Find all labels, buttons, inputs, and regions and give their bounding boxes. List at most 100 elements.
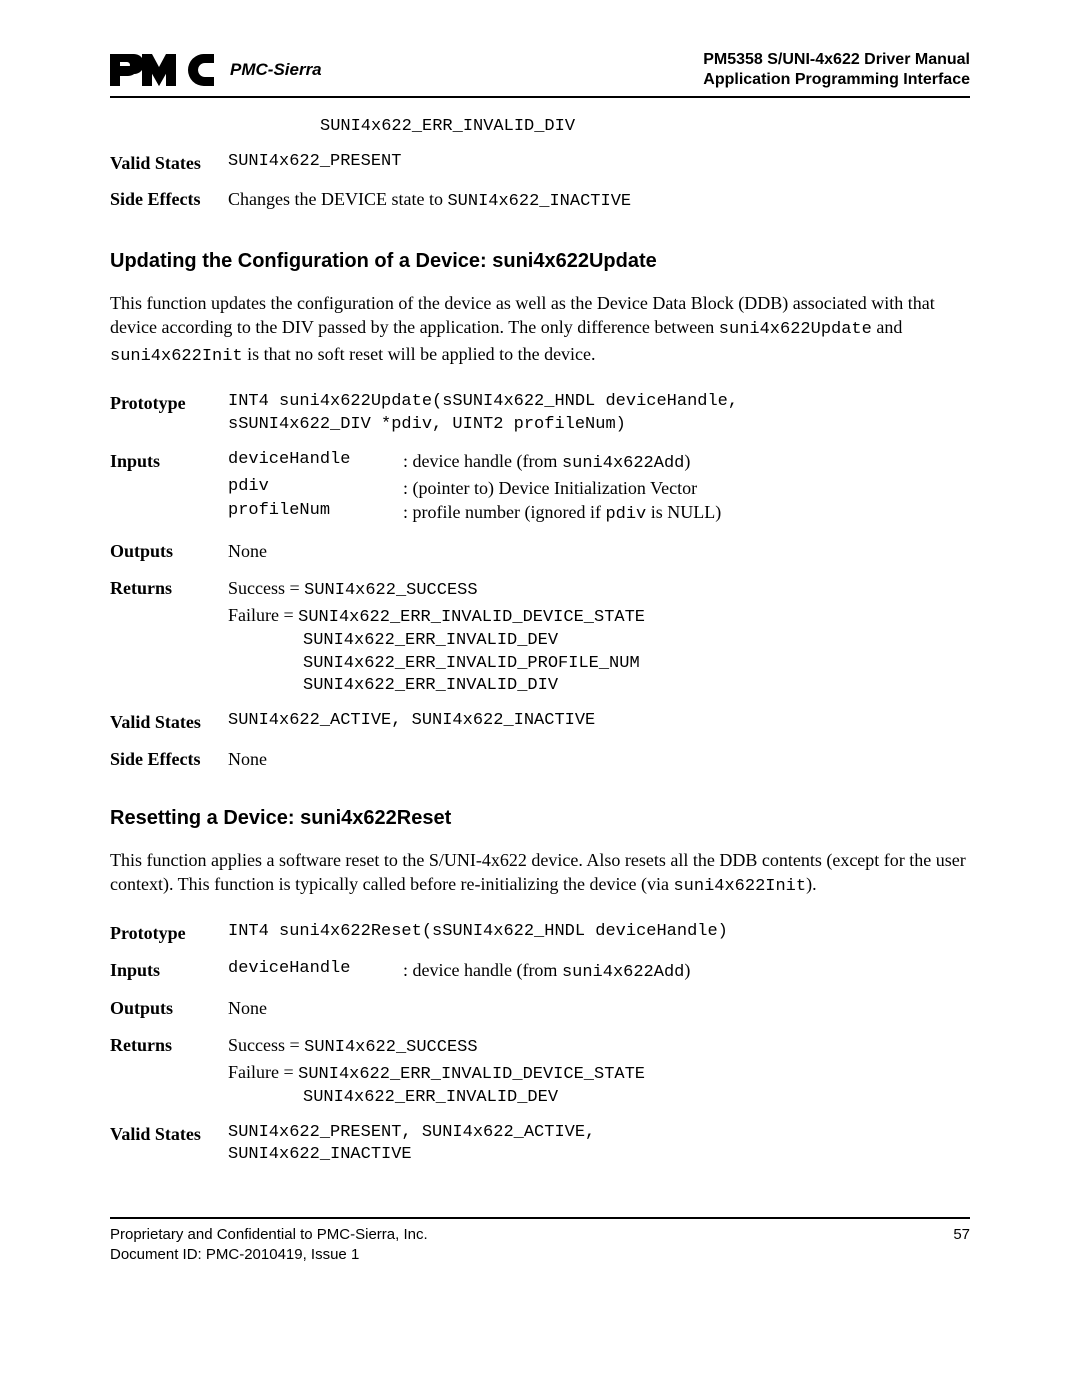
field-value: INT4 suni4x622Reset(sSUNI4x622_HNDL devi… — [228, 921, 970, 945]
top-valid-states: Valid States SUNI4x622_PRESENT — [110, 151, 970, 175]
text: is that no soft reset will be applied to… — [243, 344, 596, 364]
return-line: Success = SUNI4x622_SUCCESS — [228, 1033, 970, 1060]
reset-prototype: Prototype INT4 suni4x622Reset(sSUNI4x622… — [110, 921, 970, 945]
field-value: deviceHandle : device handle (from suni4… — [228, 449, 970, 527]
field-label: Returns — [110, 1033, 228, 1110]
code: SUNI4x622_ERR_INVALID_DEVICE_STATE — [298, 608, 645, 627]
field-value: Success = SUNI4x622_SUCCESS Failure = SU… — [228, 576, 970, 699]
update-valid-states: Valid States SUNI4x622_ACTIVE, SUNI4x622… — [110, 710, 970, 734]
text: Success = — [228, 578, 304, 598]
field-value: None — [228, 747, 970, 771]
proto-line: INT4 suni4x622Update(sSUNI4x622_HNDL dev… — [228, 391, 970, 414]
update-returns: Returns Success = SUNI4x622_SUCCESS Fail… — [110, 576, 970, 699]
field-value: SUNI4x622_PRESENT — [228, 151, 970, 175]
field-label: Prototype — [110, 391, 228, 437]
return-line: Failure = SUNI4x622_ERR_INVALID_DEVICE_S… — [228, 603, 970, 630]
code: suni4x622Add — [562, 963, 684, 982]
text: : device handle (from — [403, 451, 562, 471]
field-label: Prototype — [110, 921, 228, 945]
reset-outputs: Outputs None — [110, 996, 970, 1020]
return-line: SUNI4x622_ERR_INVALID_DEV — [303, 630, 970, 653]
section-heading-update: Updating the Configuration of a Device: … — [110, 248, 970, 275]
param-desc: : profile number (ignored if pdiv is NUL… — [403, 500, 970, 527]
field-label: Valid States — [110, 151, 228, 175]
input-row: deviceHandle : device handle (from suni4… — [228, 449, 970, 476]
field-label: Valid States — [110, 1122, 228, 1168]
footer-line1: Proprietary and Confidential to PMC-Sier… — [110, 1225, 428, 1245]
text: is NULL) — [646, 502, 721, 522]
code: suni4x622Init — [110, 347, 243, 366]
update-side-effects: Side Effects None — [110, 747, 970, 771]
update-outputs: Outputs None — [110, 539, 970, 563]
code: suni4x622Add — [562, 454, 684, 473]
return-line: SUNI4x622_ERR_INVALID_DIV — [303, 675, 970, 698]
reset-description: This function applies a software reset t… — [110, 848, 970, 899]
field-value: INT4 suni4x622Update(sSUNI4x622_HNDL dev… — [228, 391, 970, 437]
footer-left: Proprietary and Confidential to PMC-Sier… — [110, 1225, 428, 1264]
param-name: profileNum — [228, 500, 403, 527]
vs-line: SUNI4x622_PRESENT, SUNI4x622_ACTIVE, — [228, 1122, 970, 1145]
field-label: Inputs — [110, 958, 228, 985]
header-right: PM5358 S/UNI-4x622 Driver Manual Applica… — [703, 50, 970, 90]
field-value: deviceHandle : device handle (from suni4… — [228, 958, 970, 985]
text: and — [872, 317, 903, 337]
field-value: SUNI4x622_ACTIVE, SUNI4x622_INACTIVE — [228, 710, 970, 734]
footer-line2: Document ID: PMC-2010419, Issue 1 — [110, 1245, 428, 1265]
input-row: profileNum : profile number (ignored if … — [228, 500, 970, 527]
field-value: Success = SUNI4x622_SUCCESS Failure = SU… — [228, 1033, 970, 1110]
field-label: Outputs — [110, 539, 228, 563]
code: SUNI4x622_INACTIVE — [447, 192, 631, 211]
field-label: Valid States — [110, 710, 228, 734]
return-line: SUNI4x622_ERR_INVALID_DEV — [303, 1087, 970, 1110]
text: ) — [684, 451, 690, 471]
update-inputs: Inputs deviceHandle : device handle (fro… — [110, 449, 970, 527]
page-header: PMC-Sierra PM5358 S/UNI-4x622 Driver Man… — [110, 50, 970, 98]
code: SUNI4x622_ERR_INVALID_DEVICE_STATE — [298, 1065, 645, 1084]
text: : profile number (ignored if — [403, 502, 605, 522]
proto-line: sSUNI4x622_DIV *pdiv, UINT2 profileNum) — [228, 414, 970, 437]
param-name: deviceHandle — [228, 958, 403, 985]
text: : device handle (from — [403, 960, 562, 980]
input-row: deviceHandle : device handle (from suni4… — [228, 958, 970, 985]
param-name: deviceHandle — [228, 449, 403, 476]
reset-valid-states: Valid States SUNI4x622_PRESENT, SUNI4x62… — [110, 1122, 970, 1168]
code: SUNI4x622_SUCCESS — [304, 581, 477, 600]
update-description: This function updates the configuration … — [110, 291, 970, 369]
doc-title-1: PM5358 S/UNI-4x622 Driver Manual — [703, 50, 970, 70]
field-value: SUNI4x622_PRESENT, SUNI4x622_ACTIVE, SUN… — [228, 1122, 970, 1168]
field-label: Inputs — [110, 449, 228, 527]
text: ) — [684, 960, 690, 980]
reset-returns: Returns Success = SUNI4x622_SUCCESS Fail… — [110, 1033, 970, 1110]
field-value: Changes the DEVICE state to SUNI4x622_IN… — [228, 187, 970, 214]
page-number: 57 — [953, 1225, 970, 1264]
param-desc: : device handle (from suni4x622Add) — [403, 958, 970, 985]
field-label: Outputs — [110, 996, 228, 1020]
text: Failure = — [228, 1062, 298, 1082]
field-label: Returns — [110, 576, 228, 699]
input-row: pdiv : (pointer to) Device Initializatio… — [228, 476, 970, 500]
text: This function applies a software reset t… — [110, 850, 966, 894]
section-heading-reset: Resetting a Device: suni4x622Reset — [110, 805, 970, 832]
top-side-effects: Side Effects Changes the DEVICE state to… — [110, 187, 970, 214]
code: suni4x622Update — [719, 320, 872, 339]
update-prototype: Prototype INT4 suni4x622Update(sSUNI4x62… — [110, 391, 970, 437]
param-desc: : device handle (from suni4x622Add) — [403, 449, 970, 476]
overflow-error-code: SUNI4x622_ERR_INVALID_DIV — [320, 116, 970, 139]
code: SUNI4x622_SUCCESS — [304, 1038, 477, 1057]
doc-title-2: Application Programming Interface — [703, 70, 970, 90]
field-value: None — [228, 539, 970, 563]
param-name: pdiv — [228, 476, 403, 500]
vs-line: SUNI4x622_INACTIVE — [228, 1144, 970, 1167]
page-footer: Proprietary and Confidential to PMC-Sier… — [110, 1217, 970, 1264]
text: Changes the DEVICE state to — [228, 189, 447, 209]
return-line: SUNI4x622_ERR_INVALID_PROFILE_NUM — [303, 653, 970, 676]
return-line: Failure = SUNI4x622_ERR_INVALID_DEVICE_S… — [228, 1060, 970, 1087]
reset-inputs: Inputs deviceHandle : device handle (fro… — [110, 958, 970, 985]
param-desc: : (pointer to) Device Initialization Vec… — [403, 476, 970, 500]
brand-name: PMC-Sierra — [230, 59, 322, 82]
text: Failure = — [228, 605, 298, 625]
text: ). — [806, 874, 817, 894]
field-label: Side Effects — [110, 187, 228, 214]
return-line: Success = SUNI4x622_SUCCESS — [228, 576, 970, 603]
header-left: PMC-Sierra — [110, 50, 322, 90]
